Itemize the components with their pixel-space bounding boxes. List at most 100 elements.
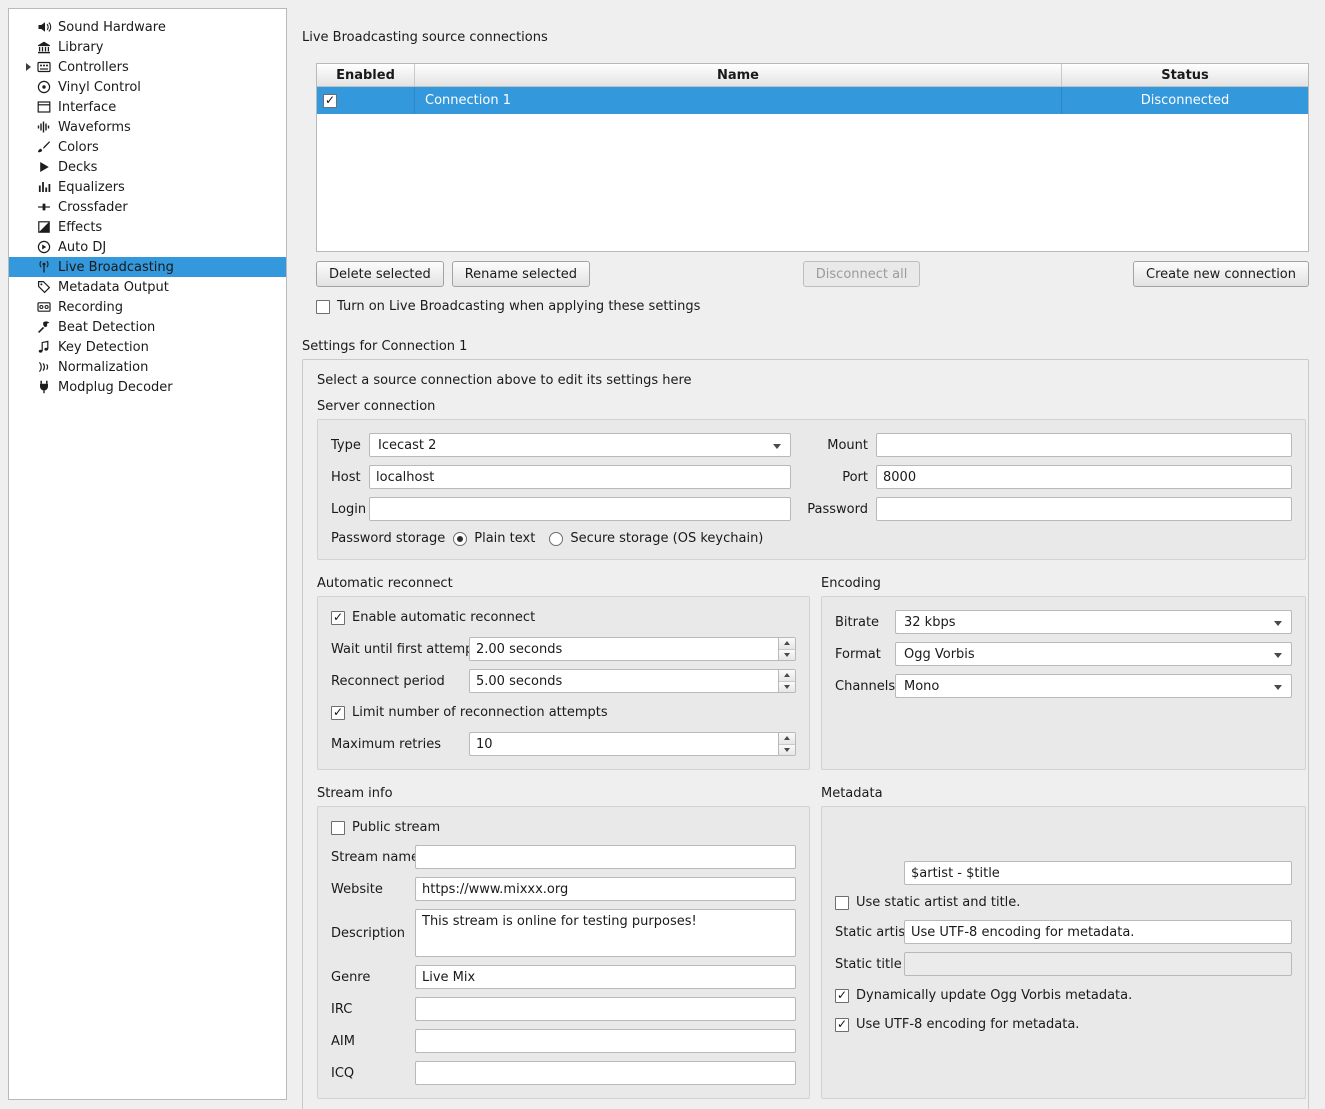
utf8-encoding-checkbox[interactable] xyxy=(835,1018,849,1032)
column-header-status[interactable]: Status xyxy=(1062,64,1308,86)
waveforms-icon xyxy=(36,119,52,135)
sidebar-item-effects[interactable]: Effects xyxy=(9,217,286,237)
metadata-format-input[interactable] xyxy=(904,861,1292,885)
sidebar-item-auto-dj[interactable]: Auto DJ xyxy=(9,237,286,257)
spin-up-button[interactable] xyxy=(779,638,795,650)
port-label: Port xyxy=(799,470,868,485)
metadata-panel: Use static artist and title. Static arti… xyxy=(821,806,1306,1099)
metadata-output-icon xyxy=(36,279,52,295)
sidebar-item-crossfader[interactable]: Crossfader xyxy=(9,197,286,217)
port-input[interactable] xyxy=(876,465,1292,489)
dynamic-update-checkbox[interactable] xyxy=(835,989,849,1003)
live-broadcasting-icon xyxy=(36,259,52,275)
reconnect-encoding-section: Automatic reconnect Enable automatic rec… xyxy=(317,576,1306,770)
spin-buttons xyxy=(778,638,795,660)
sidebar-item-recording[interactable]: Recording xyxy=(9,297,286,317)
description-textarea[interactable]: This stream is online for testing purpos… xyxy=(415,909,796,957)
spin-down-button[interactable] xyxy=(779,650,795,661)
effects-icon xyxy=(36,219,52,235)
stream-info-panel: Public stream Stream name Website Descri… xyxy=(317,806,810,1099)
website-input[interactable] xyxy=(415,877,796,901)
irc-input[interactable] xyxy=(415,997,796,1021)
rename-selected-button[interactable]: Rename selected xyxy=(452,261,590,287)
reconnect-period-spinbox[interactable]: 5.00 seconds xyxy=(469,669,796,693)
maximum-retries-spinbox[interactable]: 10 xyxy=(469,732,796,756)
spin-up-button[interactable] xyxy=(779,733,795,745)
limit-attempts-checkbox[interactable] xyxy=(331,706,345,720)
password-storage-row: Password storage Plain text Secure stora… xyxy=(331,531,1292,546)
preferences-window: Sound HardwareLibraryControllersVinyl Co… xyxy=(0,0,1325,1109)
mount-input[interactable] xyxy=(876,433,1292,457)
sidebar-item-label: Recording xyxy=(58,300,123,315)
utf8-encoding-row: Use UTF-8 encoding for metadata. xyxy=(835,1017,1292,1032)
wait-first-attempt-spinbox[interactable]: 2.00 seconds xyxy=(469,637,796,661)
connection-enabled-checkbox[interactable] xyxy=(323,94,337,108)
password-input[interactable] xyxy=(876,497,1292,521)
limit-attempts-row: Limit number of reconnection attempts xyxy=(331,705,796,720)
equalizers-icon xyxy=(36,179,52,195)
connections-section-title: Live Broadcasting source connections xyxy=(302,30,1309,46)
bitrate-combobox[interactable]: 32 kbps xyxy=(895,610,1292,634)
sidebar-item-key-detection[interactable]: Key Detection xyxy=(9,337,286,357)
encoding-form: Bitrate 32 kbps Format Ogg Vorbis Channe… xyxy=(835,610,1292,698)
disconnect-all-button[interactable]: Disconnect all xyxy=(803,261,921,287)
spin-down-button[interactable] xyxy=(779,745,795,756)
delete-selected-button[interactable]: Delete selected xyxy=(316,261,444,287)
sidebar-item-decks[interactable]: Decks xyxy=(9,157,286,177)
settings-hint: Select a source connection above to edit… xyxy=(317,373,1306,389)
genre-input[interactable] xyxy=(415,965,796,989)
sidebar-item-live-broadcasting[interactable]: Live Broadcasting xyxy=(9,257,286,277)
secure-storage-label: Secure storage (OS keychain) xyxy=(570,531,763,546)
spin-buttons xyxy=(778,670,795,692)
channels-value: Mono xyxy=(904,679,939,694)
sidebar-item-waveforms[interactable]: Waveforms xyxy=(9,117,286,137)
static-artist-input[interactable] xyxy=(904,920,1292,944)
type-combobox[interactable]: Icecast 2 xyxy=(369,433,791,457)
dynamic-update-row: Dynamically update Ogg Vorbis metadata. xyxy=(835,988,1292,1003)
aim-label: AIM xyxy=(331,1034,407,1049)
sidebar-item-normalization[interactable]: Normalization xyxy=(9,357,286,377)
server-connection-title: Server connection xyxy=(317,399,1306,415)
sidebar-item-interface[interactable]: Interface xyxy=(9,97,286,117)
secure-storage-radio[interactable] xyxy=(549,532,563,546)
sidebar-item-library[interactable]: Library xyxy=(9,37,286,57)
wait-first-attempt-label: Wait until first attempt xyxy=(331,642,461,657)
connection-row[interactable]: Connection 1Disconnected xyxy=(317,87,1308,114)
sidebar-item-equalizers[interactable]: Equalizers xyxy=(9,177,286,197)
column-header-enabled[interactable]: Enabled xyxy=(317,64,415,86)
format-combobox[interactable]: Ogg Vorbis xyxy=(895,642,1292,666)
icq-input[interactable] xyxy=(415,1061,796,1085)
spin-up-button[interactable] xyxy=(779,670,795,682)
automatic-reconnect-panel: Enable automatic reconnect Wait until fi… xyxy=(317,596,810,770)
public-stream-checkbox[interactable] xyxy=(331,821,345,835)
static-title-input[interactable] xyxy=(904,952,1292,976)
spin-down-button[interactable] xyxy=(779,682,795,693)
plain-text-radio[interactable] xyxy=(453,532,467,546)
aim-input[interactable] xyxy=(415,1029,796,1053)
sidebar-item-vinyl-control[interactable]: Vinyl Control xyxy=(9,77,286,97)
channels-combobox[interactable]: Mono xyxy=(895,674,1292,698)
sidebar-item-controllers[interactable]: Controllers xyxy=(9,57,286,77)
server-connection-form: Type Icecast 2 Mount Host Port Login Pas… xyxy=(331,433,1292,521)
automatic-reconnect-title: Automatic reconnect xyxy=(317,576,810,592)
sidebar-item-metadata-output[interactable]: Metadata Output xyxy=(9,277,286,297)
turn-on-broadcasting-label: Turn on Live Broadcasting when applying … xyxy=(337,299,700,314)
turn-on-broadcasting-checkbox[interactable] xyxy=(316,300,330,314)
sound-hardware-icon xyxy=(36,19,52,35)
create-new-connection-button[interactable]: Create new connection xyxy=(1133,261,1309,287)
sidebar-item-modplug-decoder[interactable]: Modplug Decoder xyxy=(9,377,286,397)
sidebar-item-label: Effects xyxy=(58,220,102,235)
stream-name-input[interactable] xyxy=(415,845,796,869)
sidebar-item-colors[interactable]: Colors xyxy=(9,137,286,157)
login-input[interactable] xyxy=(369,497,791,521)
recording-icon xyxy=(36,299,52,315)
enable-reconnect-checkbox[interactable] xyxy=(331,611,345,625)
column-header-name[interactable]: Name xyxy=(415,64,1062,86)
sidebar-item-sound-hardware[interactable]: Sound Hardware xyxy=(9,17,286,37)
maximum-retries-value: 10 xyxy=(476,737,493,752)
tree-expand-arrow[interactable] xyxy=(20,63,36,71)
host-input[interactable] xyxy=(369,465,791,489)
sidebar-item-beat-detection[interactable]: Beat Detection xyxy=(9,317,286,337)
use-static-checkbox[interactable] xyxy=(835,896,849,910)
connection-status: Disconnected xyxy=(1062,87,1308,114)
